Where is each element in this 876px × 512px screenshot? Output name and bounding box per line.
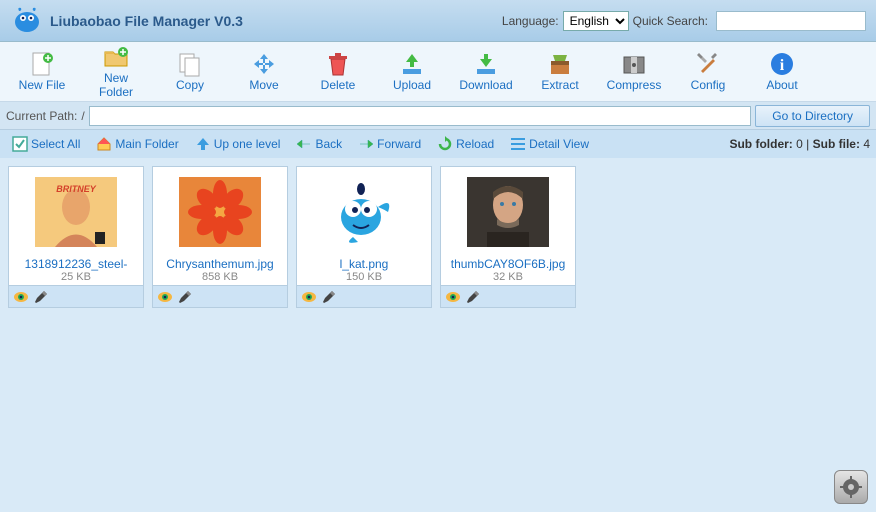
- app-title: Liubaobao File Manager V0.3: [50, 13, 243, 29]
- tool-label: New File: [19, 79, 66, 92]
- file-size: 25 KB: [9, 271, 143, 283]
- edit-icon[interactable]: [177, 290, 193, 304]
- settings-corner-button[interactable]: [834, 470, 868, 504]
- main-folder-action[interactable]: Main Folder: [90, 134, 184, 154]
- view-icon[interactable]: [445, 290, 461, 304]
- file-size: 32 KB: [441, 271, 575, 283]
- config-icon: [695, 51, 721, 77]
- file-actions: [297, 285, 431, 307]
- about-button[interactable]: i About: [746, 46, 818, 98]
- current-path-value: /: [81, 109, 84, 123]
- current-path-label: Current Path:: [6, 109, 77, 123]
- view-icon[interactable]: [301, 290, 317, 304]
- file-card[interactable]: l_kat.png150 KB: [296, 166, 432, 308]
- main-toolbar: New File NewFolder Copy Move Delete Upload Dow…: [0, 42, 876, 102]
- file-name: l_kat.png: [297, 257, 431, 271]
- quick-search-input[interactable]: [716, 11, 866, 31]
- language-select[interactable]: English: [563, 11, 629, 31]
- detail-view-action[interactable]: Detail View: [504, 134, 595, 154]
- edit-icon[interactable]: [465, 290, 481, 304]
- tool-label: Delete: [321, 79, 356, 92]
- reload-icon: [437, 136, 453, 152]
- view-icon[interactable]: [157, 290, 173, 304]
- file-card[interactable]: Chrysanthemum.jpg858 KB: [152, 166, 288, 308]
- up-arrow-icon: [195, 136, 211, 152]
- compress-button[interactable]: Compress: [598, 46, 670, 98]
- new-folder-icon: [103, 44, 129, 70]
- upload-icon: [399, 51, 425, 77]
- tool-label: Move: [249, 79, 278, 92]
- back-arrow-icon: [296, 136, 312, 152]
- edit-icon[interactable]: [321, 290, 337, 304]
- view-icon[interactable]: [13, 290, 29, 304]
- forward-action[interactable]: Forward: [352, 134, 427, 154]
- file-size: 150 KB: [297, 271, 431, 283]
- up-one-level-action[interactable]: Up one level: [189, 134, 287, 154]
- go-to-directory-button[interactable]: Go to Directory: [755, 105, 870, 127]
- file-actions: [441, 285, 575, 307]
- header-bar: Liubaobao File Manager V0.3 Language: En…: [0, 0, 876, 42]
- file-card[interactable]: thumbCAY8OF6B.jpg32 KB: [440, 166, 576, 308]
- file-name: 1318912236_steel-: [9, 257, 143, 271]
- file-card[interactable]: BRITNEY 1318912236_steel-25 KB: [8, 166, 144, 308]
- app-logo-icon: [10, 4, 44, 38]
- file-thumbnail: BRITNEY: [9, 167, 143, 257]
- svg-text:i: i: [780, 57, 785, 74]
- delete-button[interactable]: Delete: [302, 46, 374, 98]
- extract-button[interactable]: Extract: [524, 46, 596, 98]
- subfolder-stat: Sub folder: 0 | Sub file: 4: [729, 137, 870, 151]
- move-button[interactable]: Move: [228, 46, 300, 98]
- delete-icon: [325, 51, 351, 77]
- upload-button[interactable]: Upload: [376, 46, 448, 98]
- file-size: 858 KB: [153, 271, 287, 283]
- file-thumbnail: [153, 167, 287, 257]
- language-label: Language:: [502, 14, 559, 28]
- compress-icon: [621, 51, 647, 77]
- svg-text:BRITNEY: BRITNEY: [56, 184, 96, 194]
- list-icon: [510, 136, 526, 152]
- download-button[interactable]: Download: [450, 46, 522, 98]
- tool-label: Compress: [607, 79, 662, 92]
- file-grid: BRITNEY 1318912236_steel-25 KB Chrysanthem…: [0, 158, 876, 316]
- about-icon: i: [769, 51, 795, 77]
- path-input[interactable]: [89, 106, 752, 126]
- download-icon: [473, 51, 499, 77]
- tool-label: Config: [691, 79, 726, 92]
- tool-label: NewFolder: [99, 72, 133, 98]
- file-thumbnail: [441, 167, 575, 257]
- tool-label: About: [766, 79, 797, 92]
- tool-label: Extract: [541, 79, 578, 92]
- select-all-action[interactable]: Select All: [6, 134, 86, 154]
- extract-icon: [547, 51, 573, 77]
- path-bar: Current Path: / Go to Directory: [0, 102, 876, 130]
- move-icon: [251, 51, 277, 77]
- file-actions: [9, 285, 143, 307]
- new-file-button[interactable]: New File: [6, 46, 78, 98]
- file-actions: [153, 285, 287, 307]
- tool-label: Download: [459, 79, 512, 92]
- action-bar: Select All Main Folder Up one level Back…: [0, 130, 876, 158]
- home-icon: [96, 136, 112, 152]
- copy-button[interactable]: Copy: [154, 46, 226, 98]
- forward-arrow-icon: [358, 136, 374, 152]
- back-action[interactable]: Back: [290, 134, 348, 154]
- config-button[interactable]: Config: [672, 46, 744, 98]
- quick-search-label: Quick Search:: [633, 14, 708, 28]
- edit-icon[interactable]: [33, 290, 49, 304]
- copy-icon: [177, 51, 203, 77]
- tool-label: Copy: [176, 79, 204, 92]
- file-name: thumbCAY8OF6B.jpg: [441, 257, 575, 271]
- checkbox-icon: [12, 136, 28, 152]
- new-file-icon: [29, 51, 55, 77]
- file-thumbnail: [297, 167, 431, 257]
- tool-label: Upload: [393, 79, 431, 92]
- reload-action[interactable]: Reload: [431, 134, 500, 154]
- new-folder-button[interactable]: NewFolder: [80, 46, 152, 98]
- file-name: Chrysanthemum.jpg: [153, 257, 287, 271]
